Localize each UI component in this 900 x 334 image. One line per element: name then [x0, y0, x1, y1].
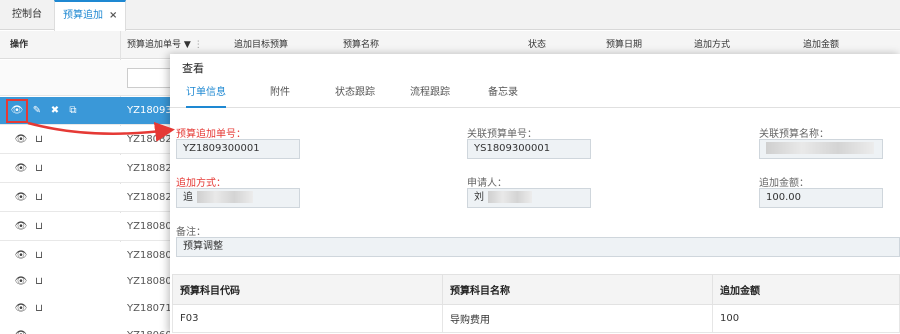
redacted-value — [766, 142, 874, 154]
submit-icon[interactable]: ⊔ — [30, 268, 48, 296]
row-code: YZ18080 — [127, 276, 172, 287]
cell-add-amount: 100 — [712, 304, 900, 333]
row-actions: 👁 ⊔ — [12, 155, 48, 183]
submit-icon[interactable]: ⊔ — [30, 242, 48, 270]
column-menu-icon[interactable]: ⋮ — [194, 40, 203, 50]
tab-order-info[interactable]: 订单信息 — [186, 80, 226, 108]
tab-budget-add[interactable]: 预算追加 × — [54, 0, 127, 31]
applicant-field[interactable]: 刘 — [467, 188, 591, 208]
cell-item-name: 导购费用 — [442, 304, 713, 333]
row-actions: 👁 ⊔ — [12, 126, 48, 154]
view-eye-icon[interactable]: 👁 — [12, 184, 30, 212]
col-target-budget-label: 追加目标预算 — [234, 40, 289, 50]
edit-pencil-icon[interactable]: ✎ — [28, 97, 46, 125]
redacted-value — [488, 191, 532, 203]
remark-field[interactable]: 预算调整 — [176, 237, 900, 257]
budget-add-no-label: 预算追加单号： — [176, 129, 246, 140]
th-add-amount[interactable]: 追加金额 — [712, 274, 900, 305]
table-header-row: 预算科目代码 预算科目名称 追加金额 — [172, 274, 900, 305]
tab-budget-add-label: 预算追加 — [63, 10, 103, 21]
submit-icon[interactable]: ⊔ — [30, 213, 48, 241]
submit-icon[interactable]: ⊔ — [30, 295, 48, 323]
view-eye-icon[interactable]: 👁 — [12, 126, 30, 154]
applicant-label: 申请人： — [467, 178, 507, 189]
row-actions: 👁 ⊔ — [12, 242, 48, 270]
tab-console-label: 控制台 — [12, 9, 42, 20]
view-eye-icon[interactable]: 👁 — [12, 322, 30, 334]
tab-memo[interactable]: 备忘录 — [488, 80, 518, 108]
row-actions: 👁 ✎ ✖ ⧉ — [6, 97, 82, 125]
view-eye-icon[interactable]: 👁 — [12, 155, 30, 183]
add-method-label: 追加方式： — [176, 178, 226, 189]
th-item-name[interactable]: 预算科目名称 — [442, 274, 713, 305]
view-eye-icon[interactable]: 👁 — [12, 242, 30, 270]
add-method-field[interactable]: 追 — [176, 188, 300, 208]
row-actions: 👁 ⊔ — [12, 295, 48, 323]
related-budget-name-field[interactable] — [759, 139, 883, 159]
budget-item-table: 预算科目代码 预算科目名称 追加金额 F03 导购费用 100 — [172, 274, 900, 333]
tab-console[interactable]: 控制台 — [4, 0, 50, 30]
row-code: YZ18082 — [127, 163, 172, 174]
remark-label: 备注： — [176, 227, 206, 238]
col-add-method-label: 追加方式 — [694, 40, 731, 50]
tab-bar: 控制台 预算追加 × — [0, 0, 900, 31]
sort-desc-icon[interactable]: ▼ — [184, 40, 191, 50]
applicant-value: 刘 — [474, 192, 484, 203]
col-budget-add-no-label: 预算追加单号 — [127, 40, 182, 50]
submit-icon[interactable]: ⊔ — [30, 126, 48, 154]
add-amount-label: 追加金额： — [759, 178, 809, 189]
tab-process-tracking[interactable]: 流程跟踪 — [410, 80, 450, 108]
col-budget-date-label: 预算日期 — [606, 40, 643, 50]
row-actions: 👁 ⊔ — [12, 184, 48, 212]
tab-status-tracking[interactable]: 状态跟踪 — [335, 80, 375, 108]
col-actions: 操作 — [10, 40, 29, 50]
add-amount-field[interactable]: 100.00 — [759, 188, 883, 208]
view-eye-icon[interactable]: 👁 — [12, 213, 30, 241]
cell-item-code: F03 — [172, 304, 443, 333]
external-link-icon[interactable]: ⧉ — [64, 97, 82, 125]
related-budget-no-field[interactable]: YS1809300001 — [467, 139, 591, 159]
delete-x-icon[interactable]: ✖ — [46, 97, 64, 125]
close-icon[interactable]: × — [109, 10, 117, 21]
view-eye-icon[interactable]: 👁 — [6, 99, 28, 123]
add-method-value: 追 — [183, 192, 193, 203]
row-code: YZ18082 — [127, 192, 172, 203]
row-code: YZ18082 — [127, 134, 172, 145]
row-code: YZ18060 — [127, 322, 172, 334]
filter-input[interactable] — [127, 68, 171, 88]
dialog-tabs: 订单信息 附件 状态跟踪 流程跟踪 备忘录 — [170, 80, 900, 108]
th-item-code[interactable]: 预算科目代码 — [172, 274, 443, 305]
related-budget-name-label: 关联预算名称： — [759, 129, 829, 140]
view-dialog: 查看 订单信息 附件 状态跟踪 流程跟踪 备忘录 预算追加单号： YZ18093… — [170, 54, 900, 334]
row-actions: 👁 — [12, 322, 30, 334]
dialog-title: 查看 — [182, 62, 204, 75]
tab-attachments[interactable]: 附件 — [270, 80, 290, 108]
row-code: YZ18080 — [127, 221, 172, 232]
budget-add-no-field[interactable]: YZ1809300001 — [176, 139, 300, 159]
row-code: YZ18093 — [127, 105, 172, 116]
redacted-value — [197, 191, 253, 203]
col-add-amount-label: 追加金额 — [803, 40, 840, 50]
related-budget-no-label: 关联预算单号： — [467, 129, 537, 140]
row-code: YZ18080 — [127, 250, 172, 261]
submit-icon[interactable]: ⊔ — [30, 155, 48, 183]
submit-icon[interactable]: ⊔ — [30, 184, 48, 212]
col-budget-name-label: 预算名称 — [343, 40, 380, 50]
row-actions: 👁 ⊔ — [12, 268, 48, 296]
row-actions: 👁 ⊔ — [12, 213, 48, 241]
table-row[interactable]: F03 导购费用 100 — [172, 304, 900, 333]
row-code: YZ18071 — [127, 303, 172, 314]
view-eye-icon[interactable]: 👁 — [12, 295, 30, 323]
col-status-label: 状态 — [528, 40, 547, 50]
view-eye-icon[interactable]: 👁 — [12, 268, 30, 296]
